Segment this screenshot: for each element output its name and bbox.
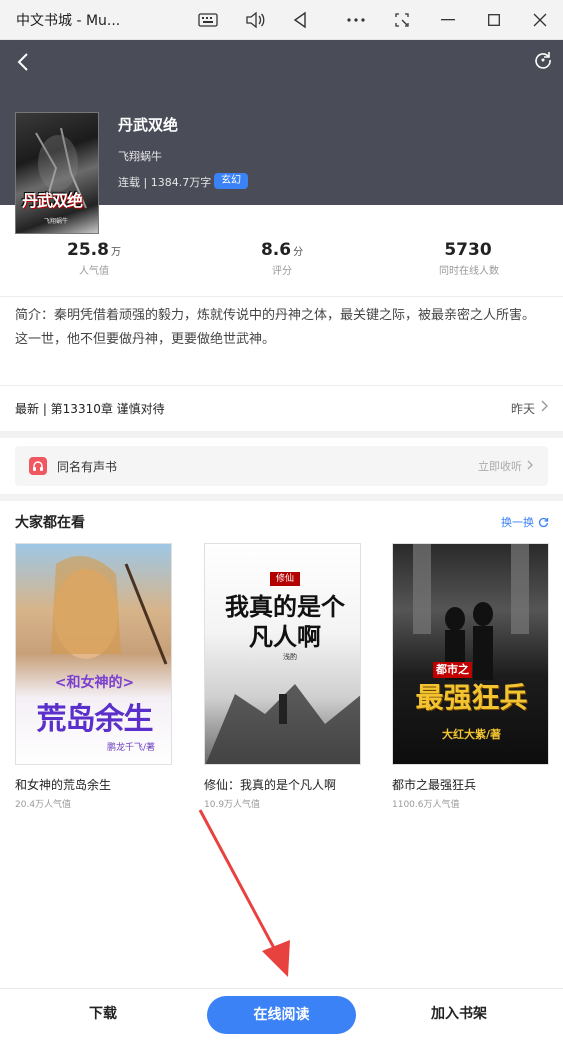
cover-title: 最强狂兵 — [415, 681, 528, 714]
refresh-icon — [538, 517, 549, 527]
more-icon[interactable] — [338, 0, 374, 40]
keyboard-icon[interactable] — [190, 0, 226, 40]
section-gap — [0, 431, 563, 438]
chevron-right-icon — [527, 459, 534, 473]
cover-title: 荒岛余生 — [36, 702, 154, 737]
book-popularity: 1100.6万人气值 — [392, 800, 460, 810]
intro-line: 这一世，他不但要做丹神，更要做绝世武神。 — [15, 332, 276, 347]
book-meta: 连载 | 1384.7万字 — [118, 176, 212, 189]
stat-rating: 8.6 分 评分 — [202, 240, 362, 277]
stats-row: 25.8 万 人气值 8.6 分 评分 5730 同时在线人数 — [0, 240, 563, 290]
add-to-shelf-button[interactable]: 加入书架 — [414, 1003, 504, 1023]
back-arrow-icon[interactable] — [12, 50, 36, 74]
recommend-book-3[interactable]: 都市之 最强狂兵 大红大紫/著 都市之最强狂兵 1100.6万人气值 — [392, 543, 549, 810]
cover-author: 大红大紫/著 — [441, 728, 502, 741]
stat-unit: 万 — [110, 247, 121, 258]
stat-online: 5730 同时在线人数 — [389, 240, 549, 277]
latest-time: 昨天 — [510, 401, 535, 416]
divider — [0, 296, 563, 297]
read-online-button[interactable]: 在线阅读 — [207, 996, 356, 1034]
section-gap — [0, 494, 563, 501]
book-intro[interactable]: 简介：秦明凭借着顽强的毅力，炼就传说中的丹神之体，最关键之际，被最亲密之人所害。… — [15, 304, 550, 352]
stat-value: 5730 — [444, 240, 492, 260]
intro-line: 简介：秦明凭借着顽强的毅力，炼就传说中的丹神之体，最关键之际，被最亲密之人所害。 — [15, 308, 536, 323]
minimize-icon[interactable] — [430, 0, 466, 40]
book-cover: <和女神的> 荒岛余生 鹏龙千飞/著 — [15, 543, 172, 765]
maximize-icon[interactable] — [476, 0, 512, 40]
book-cover: 修仙 我真的是个凡人啊 浅酌 — [204, 543, 361, 765]
genre-badge[interactable]: 玄幻 — [214, 173, 248, 189]
window-title: 中文书城 - Mu... — [16, 12, 121, 29]
close-icon[interactable] — [522, 0, 558, 40]
swap-button[interactable]: 换一换 — [501, 514, 549, 530]
cover-subtitle: 修仙 — [270, 572, 300, 586]
annotation-arrow — [198, 809, 290, 977]
cover-title: 丹武双绝 — [22, 191, 83, 210]
cover-author: 浅酌 — [283, 653, 297, 661]
audio-label: 同名有声书 — [57, 459, 118, 474]
recommend-book-2[interactable]: 修仙 我真的是个凡人啊 浅酌 修仙：我真的是个凡人啊 10.9万人气值 — [204, 543, 361, 810]
book-popularity: 20.4万人气值 — [15, 800, 72, 810]
stat-value: 8.6 — [260, 240, 292, 260]
download-button[interactable]: 下载 — [58, 1003, 148, 1023]
stat-label: 评分 — [272, 266, 292, 277]
book-cover: 丹武双绝 飞翔蜗牛 — [15, 112, 99, 234]
volume-icon[interactable] — [237, 0, 273, 40]
screenshot-icon[interactable] — [384, 0, 420, 40]
book-title: 丹武双绝 — [118, 116, 179, 134]
refresh-icon[interactable] — [533, 50, 553, 70]
cover-subtitle: <和女神的> — [54, 675, 135, 691]
cover-author: 飞翔蜗牛 — [44, 218, 69, 225]
book-name: 都市之最强狂兵 — [392, 778, 477, 792]
stat-popularity: 25.8 万 人气值 — [14, 240, 174, 277]
bottom-action-bar: 下载 在线阅读 加入书架 — [0, 988, 563, 1040]
audio-book-row[interactable]: 同名有声书 立即收听 — [15, 446, 548, 486]
stat-label: 同时在线人数 — [439, 266, 499, 277]
book-cover: 都市之 最强狂兵 大红大紫/著 — [392, 543, 549, 765]
window-titlebar: 中文书城 - Mu... — [0, 0, 563, 40]
latest-chapter: 最新 | 第13310章 谨慎对待 — [15, 401, 165, 416]
swap-label: 换一换 — [501, 516, 534, 529]
stat-unit: 分 — [293, 247, 304, 258]
book-name: 和女神的荒岛余生 — [15, 778, 112, 792]
cover-title: 我真的是个凡人啊 — [225, 592, 345, 651]
stat-label: 人气值 — [79, 266, 109, 277]
back-triangle-icon[interactable] — [282, 0, 318, 40]
recommend-title: 大家都在看 — [15, 515, 85, 531]
recommend-book-1[interactable]: <和女神的> 荒岛余生 鹏龙千飞/著 和女神的荒岛余生 20.4万人气值 — [15, 543, 172, 810]
book-author[interactable]: 飞翔蜗牛 — [118, 148, 162, 164]
book-name: 修仙：我真的是个凡人啊 — [204, 778, 337, 792]
chevron-right-icon — [541, 400, 549, 416]
headphones-icon — [29, 457, 47, 475]
cover-author: 鹏龙千飞/著 — [106, 743, 155, 753]
latest-chapter-row[interactable]: 最新 | 第13310章 谨慎对待 昨天 — [0, 386, 563, 430]
book-header: 丹武双绝 飞翔蜗牛 丹武双绝 飞翔蜗牛 连载 | 1384.7万字 玄幻 — [0, 40, 563, 234]
stat-value: 25.8 — [67, 240, 109, 260]
listen-now-link[interactable]: 立即收听 — [478, 458, 522, 474]
